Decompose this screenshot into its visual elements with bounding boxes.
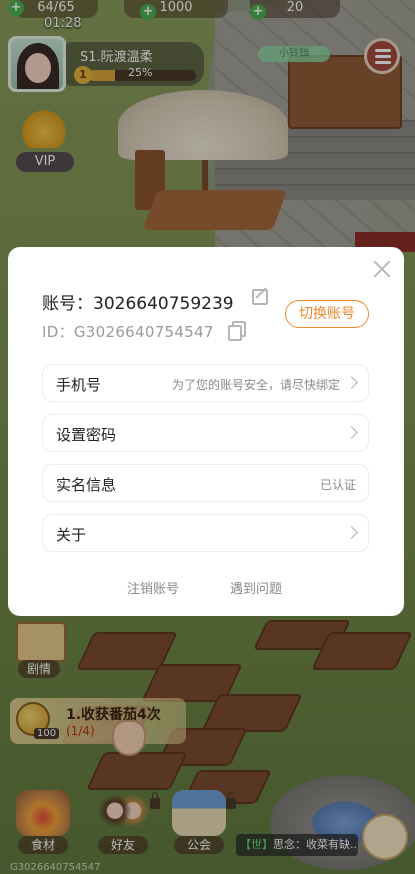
about-row[interactable]: 关于	[42, 514, 369, 552]
id-label: ID：	[42, 323, 74, 341]
chevron-right-icon	[345, 426, 358, 439]
edit-icon[interactable]	[252, 289, 268, 305]
set-password-label: 设置密码	[56, 426, 117, 444]
set-password-row[interactable]: 设置密码	[42, 414, 369, 452]
id-value: G3026640754547	[73, 323, 214, 341]
id-row: ID：G3026640754547	[42, 321, 214, 342]
copy-icon[interactable]	[228, 321, 246, 341]
chevron-right-icon	[345, 526, 358, 539]
account-number: 3026640759239	[93, 294, 234, 314]
cancel-account-link[interactable]: 注销账号	[127, 578, 179, 597]
close-icon[interactable]	[370, 257, 394, 281]
chevron-right-icon	[345, 376, 358, 389]
real-name-label: 实名信息	[56, 476, 117, 494]
phone-hint: 为了您的账号安全，请尽快绑定	[171, 378, 340, 392]
help-link[interactable]: 遇到问题	[230, 578, 282, 597]
account-number-row: 账号：3026640759239	[42, 289, 234, 314]
switch-account-button[interactable]: 切换账号	[285, 300, 369, 328]
account-label: 账号：	[42, 294, 93, 314]
phone-row[interactable]: 手机号 为了您的账号安全，请尽快绑定	[42, 364, 369, 402]
phone-label: 手机号	[56, 376, 102, 394]
real-name-status: 已认证	[319, 478, 356, 492]
account-modal: 账号：3026640759239 ID：G3026640754547 切换账号 …	[8, 247, 404, 616]
about-label: 关于	[56, 526, 87, 544]
real-name-row[interactable]: 实名信息 已认证	[42, 464, 369, 502]
